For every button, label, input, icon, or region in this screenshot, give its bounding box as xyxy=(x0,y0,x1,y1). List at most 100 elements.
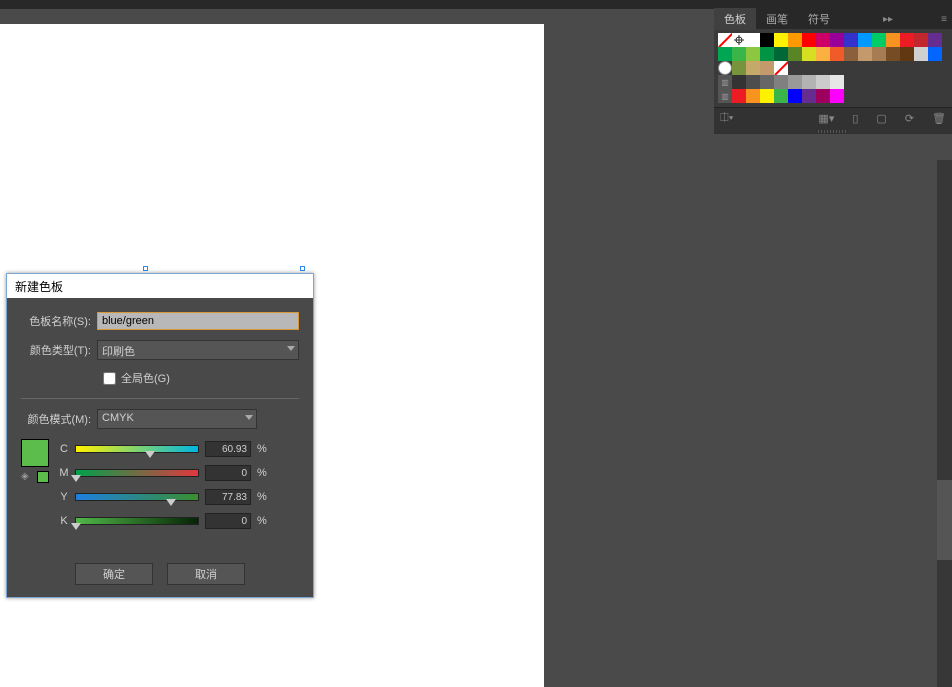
cancel-button[interactable]: 取消 xyxy=(167,563,245,585)
color-swatch[interactable] xyxy=(928,47,942,61)
color-swatch[interactable] xyxy=(788,47,802,61)
color-swatch[interactable] xyxy=(844,47,858,61)
color-swatch[interactable] xyxy=(746,61,760,75)
color-type-label: 颜色类型(T): xyxy=(21,342,97,358)
swatch-libraries-icon[interactable]: ⎅▾ xyxy=(720,112,733,125)
scrollbar-thumb[interactable] xyxy=(937,480,952,560)
new-swatch-icon[interactable]: ⟳ xyxy=(905,112,914,125)
color-swatch[interactable] xyxy=(732,89,746,103)
color-type-row: 颜色类型(T): 印刷色 xyxy=(21,340,299,360)
tab-brushes[interactable]: 画笔 xyxy=(756,8,798,30)
delete-swatch-icon[interactable]: 🗑 xyxy=(932,112,946,125)
dialog-title[interactable]: 新建色板 xyxy=(7,274,313,298)
color-swatch[interactable] xyxy=(830,75,844,89)
swatch-none[interactable] xyxy=(718,33,732,47)
tab-symbols[interactable]: 符号 xyxy=(798,8,840,30)
panel-menu-icon[interactable]: ≡ xyxy=(936,14,952,25)
swatch-folder-icon[interactable]: ▥ xyxy=(718,75,732,89)
slider-thumb[interactable] xyxy=(71,523,81,530)
color-swatch[interactable] xyxy=(802,47,816,61)
show-swatch-kinds-icon[interactable]: ▦▾ xyxy=(818,112,834,125)
color-swatch[interactable] xyxy=(816,47,830,61)
yellow-slider[interactable] xyxy=(75,493,199,501)
color-swatch[interactable] xyxy=(732,75,746,89)
color-swatch[interactable] xyxy=(788,75,802,89)
color-swatch[interactable] xyxy=(900,33,914,47)
swatch-name-input[interactable] xyxy=(97,312,299,330)
dialog-button-row: 确定 取消 xyxy=(21,563,299,585)
color-swatch[interactable] xyxy=(886,47,900,61)
color-swatch[interactable] xyxy=(872,33,886,47)
magenta-label: M xyxy=(59,467,69,479)
cyan-slider[interactable] xyxy=(75,445,199,453)
cyan-value-input[interactable] xyxy=(205,441,251,457)
color-swatch[interactable] xyxy=(928,33,942,47)
black-value-input[interactable] xyxy=(205,513,251,529)
color-swatch[interactable] xyxy=(886,33,900,47)
color-swatch[interactable] xyxy=(844,33,858,47)
vertical-scrollbar[interactable] xyxy=(937,160,952,687)
selection-handle[interactable] xyxy=(300,266,305,271)
color-swatch[interactable] xyxy=(788,33,802,47)
swatch-registration[interactable] xyxy=(732,33,746,47)
black-slider[interactable] xyxy=(75,517,199,525)
swatch-folder-icon[interactable]: ▥ xyxy=(718,89,732,103)
color-type-select[interactable]: 印刷色 xyxy=(97,340,299,360)
color-swatch[interactable] xyxy=(802,75,816,89)
ok-button[interactable]: 确定 xyxy=(75,563,153,585)
color-swatch[interactable] xyxy=(816,75,830,89)
new-color-group-icon[interactable]: ▢ xyxy=(876,112,886,125)
color-swatch[interactable] xyxy=(760,33,774,47)
color-swatch[interactable] xyxy=(760,61,774,75)
color-swatch[interactable] xyxy=(900,47,914,61)
panel-tab-bar: 色板 画笔 符号 ▸▸ ≡ xyxy=(714,9,952,29)
swatch-options-icon[interactable]: ▯ xyxy=(852,112,858,125)
global-color-label: 全局色(G) xyxy=(121,370,170,386)
tab-swatches[interactable]: 色板 xyxy=(714,8,756,30)
selection-handle[interactable] xyxy=(143,266,148,271)
yellow-value-input[interactable] xyxy=(205,489,251,505)
global-color-checkbox[interactable] xyxy=(103,372,116,385)
color-swatch[interactable] xyxy=(872,47,886,61)
cube-icon[interactable]: ◈ xyxy=(21,471,33,483)
color-swatch[interactable] xyxy=(774,33,788,47)
magenta-value-input[interactable] xyxy=(205,465,251,481)
color-swatch[interactable] xyxy=(746,89,760,103)
color-swatch[interactable] xyxy=(830,47,844,61)
swatch-empty[interactable] xyxy=(718,61,732,75)
color-swatch[interactable] xyxy=(774,75,788,89)
color-swatch[interactable] xyxy=(816,89,830,103)
color-swatch[interactable] xyxy=(746,75,760,89)
color-mode-select[interactable]: CMYK xyxy=(97,409,257,429)
color-swatch[interactable] xyxy=(760,47,774,61)
panel-collapse-icon[interactable]: ▸▸ xyxy=(873,14,903,25)
color-swatch[interactable] xyxy=(802,89,816,103)
color-swatch[interactable] xyxy=(732,47,746,61)
color-swatch[interactable] xyxy=(760,89,774,103)
color-swatch[interactable] xyxy=(914,47,928,61)
color-swatch[interactable] xyxy=(732,61,746,75)
color-swatch[interactable] xyxy=(816,33,830,47)
magenta-slider[interactable] xyxy=(75,469,199,477)
color-swatch[interactable] xyxy=(788,89,802,103)
slider-thumb[interactable] xyxy=(71,475,81,482)
color-swatch[interactable] xyxy=(830,89,844,103)
panel-resize-handle[interactable] xyxy=(714,129,952,134)
color-swatch[interactable] xyxy=(746,33,760,47)
color-swatch[interactable] xyxy=(830,33,844,47)
color-swatch[interactable] xyxy=(774,47,788,61)
slider-thumb[interactable] xyxy=(145,451,155,458)
color-swatch[interactable] xyxy=(858,47,872,61)
color-swatch[interactable] xyxy=(914,33,928,47)
color-swatch[interactable] xyxy=(858,33,872,47)
color-swatch[interactable] xyxy=(802,33,816,47)
color-swatch[interactable] xyxy=(774,89,788,103)
color-preview-small xyxy=(37,471,49,483)
color-swatch[interactable] xyxy=(718,47,732,61)
slider-thumb[interactable] xyxy=(166,499,176,506)
swatch-none[interactable] xyxy=(774,61,788,75)
percent-unit: % xyxy=(257,443,265,455)
swatch-name-row: 色板名称(S): xyxy=(21,312,299,330)
color-swatch[interactable] xyxy=(746,47,760,61)
color-swatch[interactable] xyxy=(760,75,774,89)
